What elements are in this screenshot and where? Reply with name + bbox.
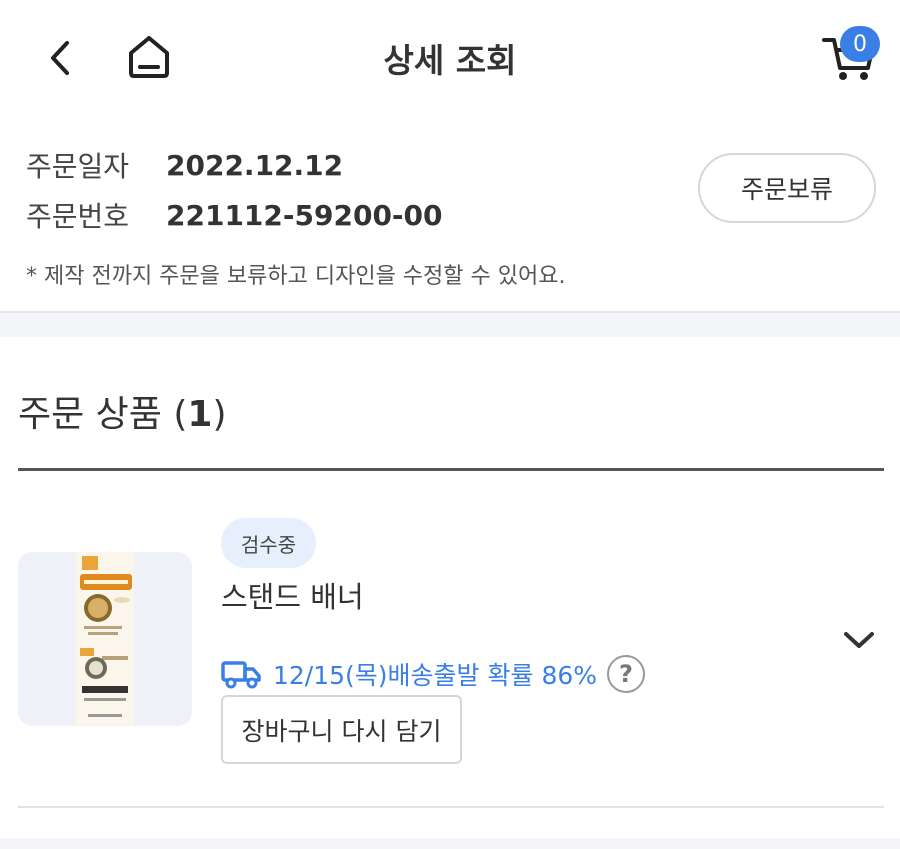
product-name: 스탠드 배너 [221, 580, 364, 614]
hold-order-button[interactable]: 주문보류 [698, 153, 876, 223]
page-title: 상세 조회 [383, 41, 517, 80]
order-number-label: 주문번호 [26, 200, 130, 233]
truck-icon [221, 661, 261, 689]
section-divider [0, 313, 900, 337]
hold-notice: * 제작 전까지 주문을 보류하고 디자인을 수정할 수 있어요. [26, 264, 566, 289]
order-date-value: 2022.12.12 [166, 148, 344, 182]
products-title-text: 주문 상품 ( [18, 394, 188, 435]
products-title-close: ) [212, 394, 227, 435]
status-badge: 검수중 [221, 518, 316, 568]
delivery-estimate: 12/15(목)배송출발 확률 86% ? [221, 652, 646, 696]
question-circle-icon[interactable]: ? [607, 655, 646, 693]
order-number-value: 221112-59200-00 [166, 198, 443, 232]
add-to-cart-again-button[interactable]: 장바구니 다시 담기 [221, 695, 462, 764]
products-section-title: 주문 상품 (1) [18, 385, 227, 437]
order-date-row: 주문일자 2022.12.12 [26, 145, 343, 185]
product-divider [18, 806, 884, 808]
expand-product-button[interactable] [838, 620, 880, 660]
product-thumbnail[interactable] [18, 552, 192, 726]
cart-count-badge: 0 [840, 26, 880, 62]
products-count: 1 [187, 394, 213, 435]
order-date-label: 주문일자 [26, 150, 130, 183]
order-info: 주문일자 2022.12.12 주문번호 221112-59200-00 주문보… [0, 115, 900, 313]
bottom-section-divider [0, 838, 900, 849]
delivery-text: 12/15(목)배송출발 확률 86% [273, 661, 598, 690]
order-number-row: 주문번호 221112-59200-00 [26, 195, 443, 235]
section-rule [18, 468, 884, 471]
banner-thumbnail-image [76, 552, 134, 726]
chevron-down-icon [844, 632, 874, 648]
header: 상세 조회 0 [0, 0, 900, 115]
